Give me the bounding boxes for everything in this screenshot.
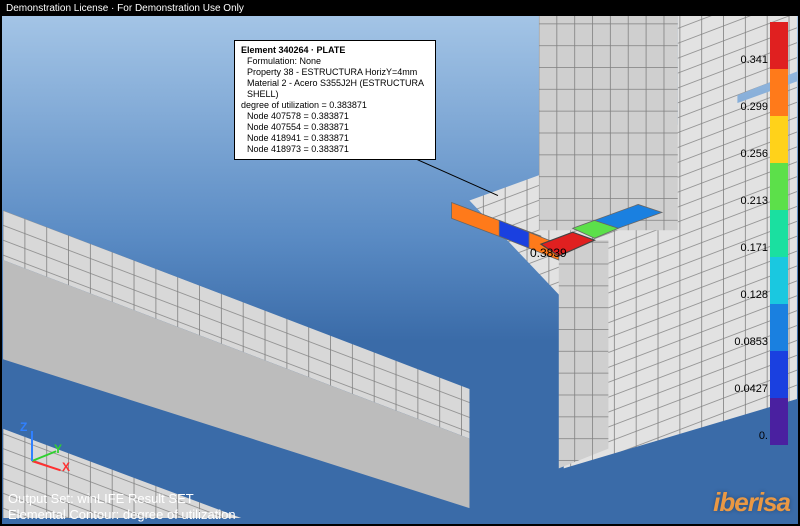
tooltip-line: Node 407554 = 0.383871 bbox=[241, 122, 429, 133]
contour-label: Elemental Contour: degree of utilization bbox=[8, 507, 236, 522]
legend-seg bbox=[770, 210, 788, 257]
legend-seg bbox=[770, 163, 788, 210]
axis-y-line bbox=[32, 450, 57, 462]
tooltip-line: Node 407578 = 0.383871 bbox=[241, 111, 429, 122]
legend-colorbar bbox=[770, 22, 788, 445]
tooltip-line: Node 418941 = 0.383871 bbox=[241, 133, 429, 144]
legend-seg bbox=[770, 116, 788, 163]
axis-x-label: X bbox=[62, 460, 70, 474]
tooltip-line: Node 418973 = 0.383871 bbox=[241, 144, 429, 155]
peak-value-label: 0.3839 bbox=[530, 246, 567, 260]
tooltip-line: Material 2 - Acero S355J2H (ESTRUCTURA S… bbox=[241, 78, 429, 100]
tooltip-line: degree of utilization = 0.383871 bbox=[241, 100, 429, 111]
axis-y-label: Y bbox=[54, 442, 62, 456]
legend-seg bbox=[770, 69, 788, 116]
legend-seg bbox=[770, 398, 788, 445]
color-legend: 0.384 0.341 0.299 0.256 0.213 0.171 0.12… bbox=[704, 8, 792, 478]
tooltip-line: Formulation: None bbox=[241, 56, 429, 67]
legend-seg bbox=[770, 351, 788, 398]
legend-seg bbox=[770, 257, 788, 304]
legend-seg bbox=[770, 304, 788, 351]
axis-z-line bbox=[31, 431, 33, 461]
legend-seg bbox=[770, 22, 788, 69]
axis-x-line bbox=[32, 460, 61, 471]
axis-z-label: Z bbox=[20, 420, 27, 434]
element-info-tooltip: Element 340264 · PLATE Formulation: None… bbox=[234, 40, 436, 160]
fea-viewport[interactable]: Demonstration License · For Demonstratio… bbox=[0, 0, 800, 526]
license-banner: Demonstration License · For Demonstratio… bbox=[2, 2, 798, 16]
tooltip-title: Element 340264 · PLATE bbox=[241, 45, 429, 56]
axis-triad[interactable]: X Y Z bbox=[10, 414, 74, 478]
tooltip-line: Property 38 - ESTRUCTURA HorizY=4mm bbox=[241, 67, 429, 78]
watermark-logo: iberisa bbox=[713, 487, 790, 518]
output-set-label: Output Set: winLIFE Result SET bbox=[8, 491, 194, 506]
